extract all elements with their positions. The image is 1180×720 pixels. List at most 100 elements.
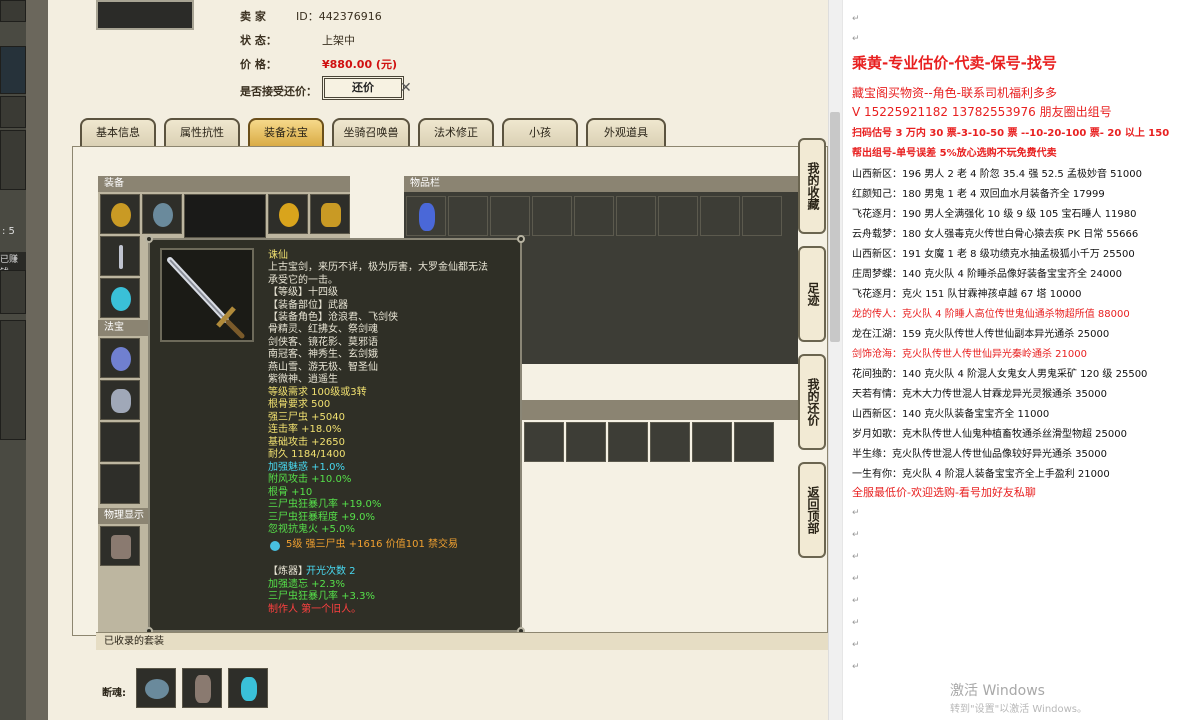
sidebar-cell[interactable] [0,270,26,314]
tab-mounts[interactable]: 坐骑召唤兽 [332,118,410,148]
tooltip-refine: 三尸虫狂暴几率 +3.3% [268,591,375,602]
inventory-slot[interactable] [566,422,606,462]
tooltip-bonus: 加强魅惑 +1.0% [268,462,345,473]
tooltip-bonus: 附风攻击 +10.0% [268,474,352,485]
treasure-slot[interactable] [100,380,140,420]
treasure-slot[interactable] [100,338,140,378]
tooltip-level-req: 等级需求 100级或3转 [268,387,367,398]
windows-watermark: 转到"设置"以激活 Windows。 [950,704,1088,715]
tab-equipment[interactable]: 装备法宝 [248,118,324,148]
equipment-slot-belt[interactable] [310,194,350,234]
listing-line: 飞花逐月：克火 151 队甘霖神孩卓越 67 塔 10000 [852,289,1082,300]
sidebar-cell[interactable] [0,320,26,440]
tooltip-grade: 【等级】十四级 [268,287,338,298]
character-portrait [184,194,266,238]
tab-attributes[interactable]: 属性抗性 [164,118,240,148]
tooltip-corner [517,235,525,243]
equipment-slot-armor[interactable] [268,194,308,234]
listing-line: 龙的传人：克火队 4 阶睡人高位传世鬼仙通杀物超所值 88000 [852,309,1130,320]
paragraph-mark: ↵ [852,530,860,540]
pet-slot[interactable] [100,526,140,566]
equipment-slot-helmet[interactable] [100,194,140,234]
inventory-header: 物品栏 [404,176,798,192]
set-item-slot[interactable] [228,668,268,708]
footprint-button[interactable]: 足迹 [798,246,826,342]
paragraph-mark: ↵ [852,34,860,44]
inventory-slot[interactable] [608,422,648,462]
tooltip-refine-title: 【炼器】 [268,566,308,577]
doc-line: 帮出组号-单号误差 5%放心选购不玩免费代卖 [852,148,1057,159]
inventory-grid-hidden [522,240,798,364]
seller-id: ID：442376916 [296,10,382,23]
listing-line: 一生有你：克火队 4 阶混人装备宝宝齐全上手盈利 21000 [852,469,1110,480]
tab-basic-info[interactable]: 基本信息 [80,118,156,148]
tooltip-roles: 紫微神、逍遥生 [268,374,338,385]
tab-appearance[interactable]: 外观道具 [586,118,666,148]
tooltip-roles: 燕山雪、游无极、智圣仙 [268,362,378,373]
back-to-top-button[interactable]: 返回顶部 [798,462,826,558]
listing-line: 山西新区：140 克火队装备宝宝齐全 11000 [852,409,1050,420]
inventory-slot[interactable] [574,196,614,236]
equipment-slot-ring[interactable] [100,278,140,318]
inventory-slot[interactable] [692,422,732,462]
tooltip-bonus: 根骨 +10 [268,487,313,498]
paragraph-mark: ↵ [852,618,860,628]
set-owner-label: 断魂: [102,688,126,699]
inventory-slot[interactable] [524,422,564,462]
status-value: 上架中 [322,34,355,47]
left-gutter [26,0,48,720]
listing-line: 飞花逐月：190 男人全满强化 10 级 9 级 105 宝石睡人 11980 [852,209,1137,220]
sword-icon [160,248,254,342]
inventory-slot[interactable] [650,422,690,462]
sidebar-partial-text: : 5 [2,226,15,237]
tooltip-roles: 【装备角色】沧浪君、飞剑侠 [268,312,398,323]
tooltip-stat: 连击率 +18.0% [268,424,342,435]
inventory-slot[interactable] [490,196,530,236]
inventory-slot[interactable] [742,196,782,236]
inventory-slot[interactable] [616,196,656,236]
listing-line: 山西新区：196 男人 2 老 4 阶忽 35.4 强 52.5 孟极妙音 51… [852,169,1142,180]
set-item-slot[interactable] [136,668,176,708]
haggle-label: 是否接受还价： [240,85,317,98]
listing-line: 庄周梦蝶：140 克火队 4 阶睡杀品像好装备宝宝齐全 24000 [852,269,1122,280]
haggle-button[interactable]: 还价 [322,76,404,100]
sidebar-cell[interactable] [0,0,26,22]
tooltip-gem-line: 5级 强三尸虫 +1616 价值101 禁交易 [286,539,458,550]
inventory-slot[interactable] [532,196,572,236]
inventory-slot[interactable] [406,196,446,236]
my-haggle-button[interactable]: 我的还价 [798,354,826,450]
listing-line: 花间独酌：140 克火队 4 阶混人女鬼女人男鬼采矿 120 级 25500 [852,369,1148,380]
listing-line: 岁月如歌：克木队传世人仙鬼种植畜牧通杀丝滑型物超 25000 [852,429,1127,440]
tooltip-description: 上古宝剑，来历不详，极为厉害，大罗金仙都无法 [268,262,488,273]
paragraph-mark: ↵ [852,596,860,606]
tab-spell-mods[interactable]: 法术修正 [418,118,494,148]
scrollbar-thumb[interactable] [830,112,840,342]
tooltip-roles: 南冠客、神秀生、玄剑娥 [268,349,378,360]
equipment-slot-necklace[interactable] [142,194,182,234]
tooltip-bonus: 忽视抗鬼火 +5.0% [268,524,355,535]
my-favorites-button[interactable]: 我的收藏 [798,138,826,234]
treasure-header: 法宝 [98,320,148,336]
status-label: 状 态： [240,34,277,47]
sidebar-cell[interactable] [0,96,26,128]
inventory-slot[interactable] [734,422,774,462]
inventory-slot[interactable] [658,196,698,236]
tooltip-roles: 剑侠客、镜花影、莫邪语 [268,337,378,348]
tooltip-corner [145,235,153,243]
treasure-slot[interactable] [100,464,140,504]
inventory-slot[interactable] [448,196,488,236]
set-item-slot[interactable] [182,668,222,708]
page-scrollbar[interactable] [828,0,842,720]
close-icon[interactable]: ✕ [400,80,412,96]
equipment-header: 装备 [98,176,350,192]
sidebar-cell[interactable] [0,130,26,190]
treasure-slot[interactable] [100,422,140,462]
equipment-slot-weapon[interactable] [100,236,140,276]
tab-child[interactable]: 小孩 [502,118,578,148]
seller-label: 卖 家 [240,10,266,23]
inventory-slot[interactable] [700,196,740,236]
item-thumbnail[interactable] [96,0,194,30]
tooltip-refine: 加强遗忘 +2.3% [268,579,345,590]
sidebar-image-thumb[interactable] [0,46,26,94]
tooltip-refine-count: 开光次数 2 [306,566,356,577]
